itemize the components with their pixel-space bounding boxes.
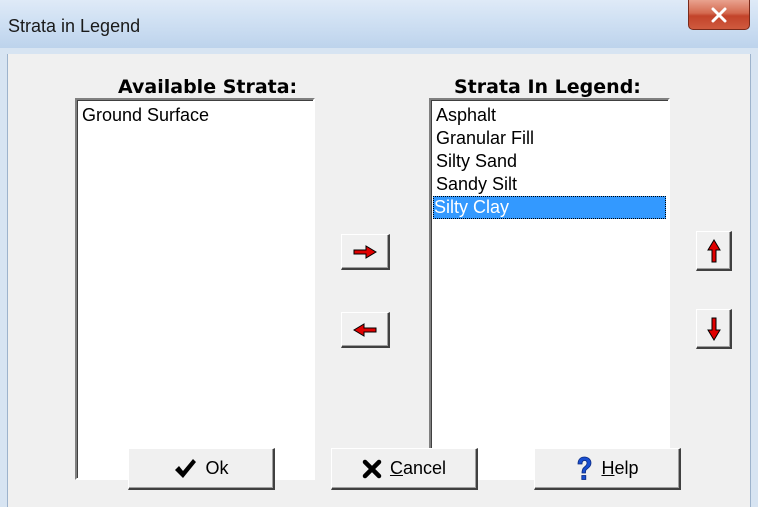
list-item[interactable]: Granular Fill [435,127,534,150]
arrow-down-icon [706,317,721,341]
cancel-button[interactable]: Cancel [331,448,478,490]
cancel-label: Cancel [390,458,446,479]
dialog-body: Available Strata: Ground Surface Strata … [7,54,751,507]
list-item[interactable]: Asphalt [435,104,496,127]
list-item-selected[interactable]: Silty Clay [433,196,666,219]
ok-button[interactable]: Ok [128,448,275,490]
strata-in-legend-header: Strata In Legend: [454,76,641,98]
available-strata-header: Available Strata: [118,76,298,98]
cancel-mnemonic: Cancel [389,458,447,478]
window-title: Strata in Legend [8,16,141,36]
ok-label: Ok [205,458,229,478]
move-up-button[interactable] [696,231,732,271]
list-item[interactable]: Sandy Silt [435,173,517,196]
close-icon [711,7,727,22]
strata-in-legend-list[interactable]: Asphalt Granular Fill Silty Sand Sandy S… [429,98,670,480]
arrow-left-icon [353,322,377,337]
move-down-button[interactable] [696,309,732,349]
arrow-up-icon [706,238,721,262]
title-bar[interactable]: Strata in Legend [0,0,758,48]
list-item[interactable]: Silty Sand [435,150,517,173]
help-button[interactable]: Help [534,448,681,490]
move-left-button[interactable] [341,312,390,348]
arrow-right-icon [353,244,377,259]
move-right-button[interactable] [341,234,390,270]
list-item[interactable]: Ground Surface [81,104,209,127]
x-icon [362,459,382,478]
dialog-window: Strata in Legend Available Strata: Groun… [0,0,758,507]
help-label: Help [601,458,639,478]
checkmark-icon [175,458,197,478]
question-mark-icon [578,456,592,480]
available-strata-list[interactable]: Ground Surface [75,98,315,480]
close-button[interactable] [688,0,750,30]
